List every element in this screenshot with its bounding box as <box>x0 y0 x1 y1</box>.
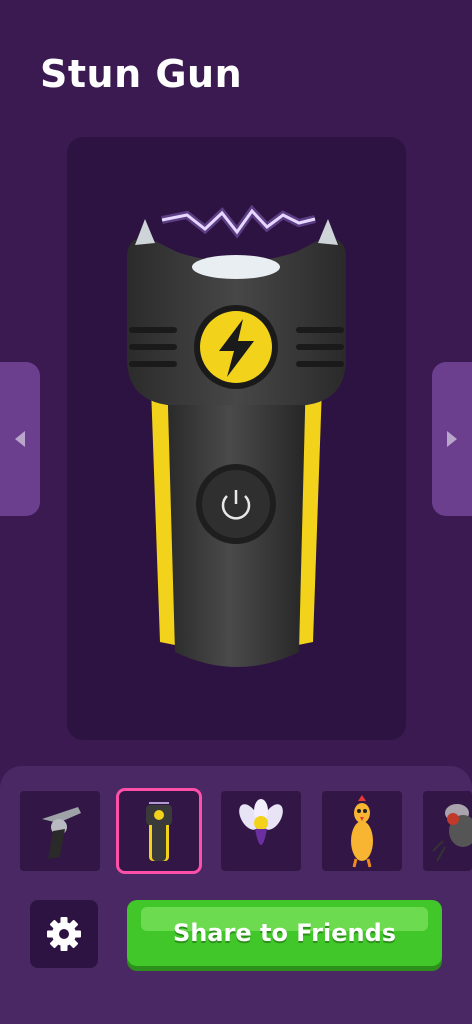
revolver-icon <box>42 807 81 859</box>
item-fly[interactable] <box>423 791 472 871</box>
share-button[interactable]: Share to Friends <box>127 900 442 966</box>
next-item-button[interactable] <box>432 362 472 516</box>
stun-gun-icon <box>146 802 172 861</box>
item-revolver[interactable] <box>20 791 100 871</box>
spike-left <box>135 219 155 245</box>
flower-icon <box>239 799 283 845</box>
item-rubber-chicken[interactable] <box>322 791 402 871</box>
vent-right <box>296 327 344 367</box>
page-title: Stun Gun <box>40 52 243 96</box>
stun-gun-device[interactable] <box>67 137 406 740</box>
settings-button[interactable] <box>30 900 98 968</box>
item-flower-monster[interactable] <box>221 791 301 871</box>
fly-icon <box>432 804 472 862</box>
chevron-right-icon <box>447 431 457 447</box>
chicken-icon <box>351 795 373 868</box>
vent-left <box>129 327 177 367</box>
item-stun-gun[interactable] <box>119 791 199 871</box>
share-label: Share to Friends <box>172 919 397 947</box>
top-light <box>192 255 280 279</box>
device-stage <box>67 137 406 740</box>
chevron-left-icon <box>15 431 25 447</box>
spike-right <box>318 219 338 245</box>
gear-icon <box>47 917 81 951</box>
prev-item-button[interactable] <box>0 362 40 516</box>
